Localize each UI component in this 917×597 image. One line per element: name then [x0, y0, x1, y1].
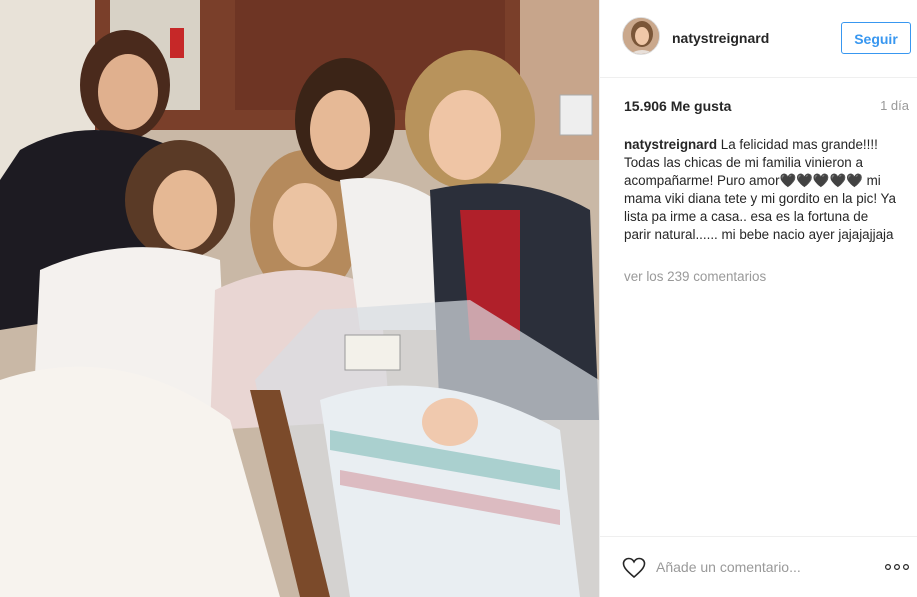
post-photo[interactable] — [0, 0, 599, 597]
likes-count[interactable]: 15.906 Me gusta — [624, 98, 731, 114]
post-sidebar: natystreignard Seguir 15.906 Me gusta 1 … — [599, 0, 917, 597]
post-time[interactable]: 1 día — [880, 98, 909, 113]
follow-button[interactable]: Seguir — [841, 22, 911, 54]
caption: natystreignard La felicidad mas grande!!… — [624, 136, 896, 244]
avatar-image — [623, 18, 659, 54]
avatar[interactable] — [622, 17, 660, 55]
view-comments-link[interactable]: ver los 239 comentarios — [624, 269, 766, 284]
caption-author[interactable]: natystreignard — [624, 137, 717, 152]
caption-text: La felicidad mas grande!!!! Todas las ch… — [624, 137, 896, 242]
username-link[interactable]: natystreignard — [672, 30, 769, 46]
post-header: natystreignard Seguir — [600, 0, 917, 78]
more-dots-icon[interactable] — [884, 561, 910, 573]
post-photo-illustration — [0, 0, 599, 597]
comment-input[interactable] — [656, 556, 846, 578]
heart-outline-icon[interactable] — [622, 557, 646, 579]
comment-bar — [600, 536, 917, 597]
